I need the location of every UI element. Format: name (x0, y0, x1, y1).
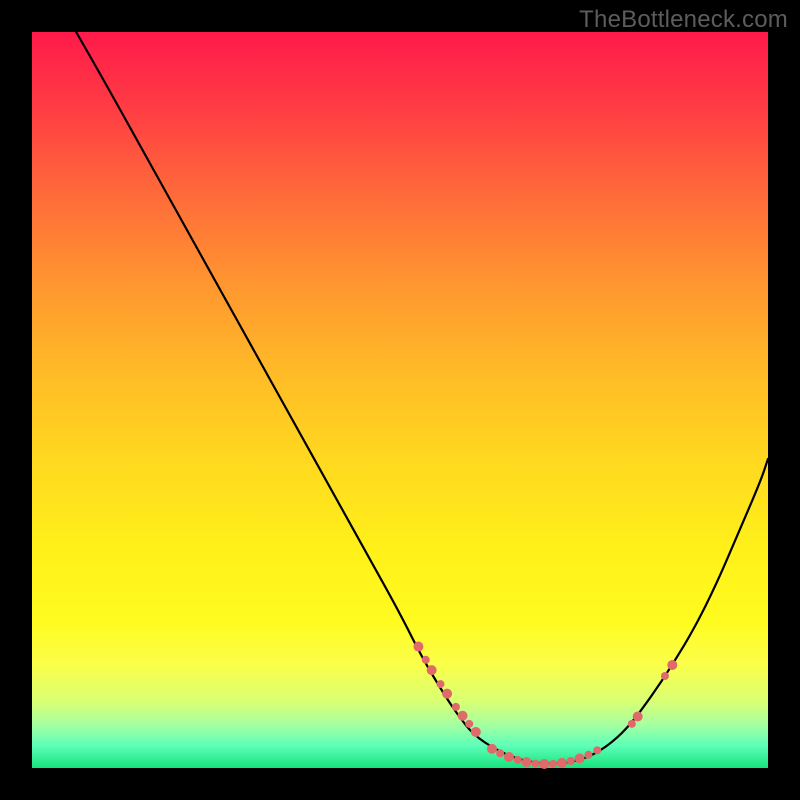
bottleneck-curve (76, 32, 768, 764)
data-marker (422, 656, 430, 664)
data-marker (557, 758, 567, 768)
marker-group (413, 642, 677, 769)
chart-frame: TheBottleneck.com (0, 0, 800, 800)
data-marker (413, 642, 423, 652)
data-marker (522, 757, 532, 767)
data-marker (442, 689, 452, 699)
data-marker (593, 746, 601, 754)
data-marker (465, 720, 473, 728)
data-marker (471, 727, 481, 737)
data-marker (514, 756, 522, 764)
data-marker (567, 757, 575, 765)
data-marker (661, 672, 669, 680)
data-marker (549, 760, 557, 768)
data-marker (487, 744, 497, 754)
data-marker (427, 665, 437, 675)
data-marker (436, 680, 444, 688)
plot-area (32, 32, 768, 768)
data-marker (458, 711, 468, 721)
data-marker (504, 752, 514, 762)
watermark-text: TheBottleneck.com (579, 6, 788, 34)
data-marker (633, 711, 643, 721)
data-marker (584, 751, 592, 759)
data-marker (575, 753, 585, 763)
data-marker (628, 720, 636, 728)
data-marker (496, 749, 504, 757)
data-marker (667, 660, 677, 670)
data-marker (452, 703, 460, 711)
data-marker (539, 759, 549, 769)
curve-svg (32, 32, 768, 768)
data-marker (531, 760, 539, 768)
